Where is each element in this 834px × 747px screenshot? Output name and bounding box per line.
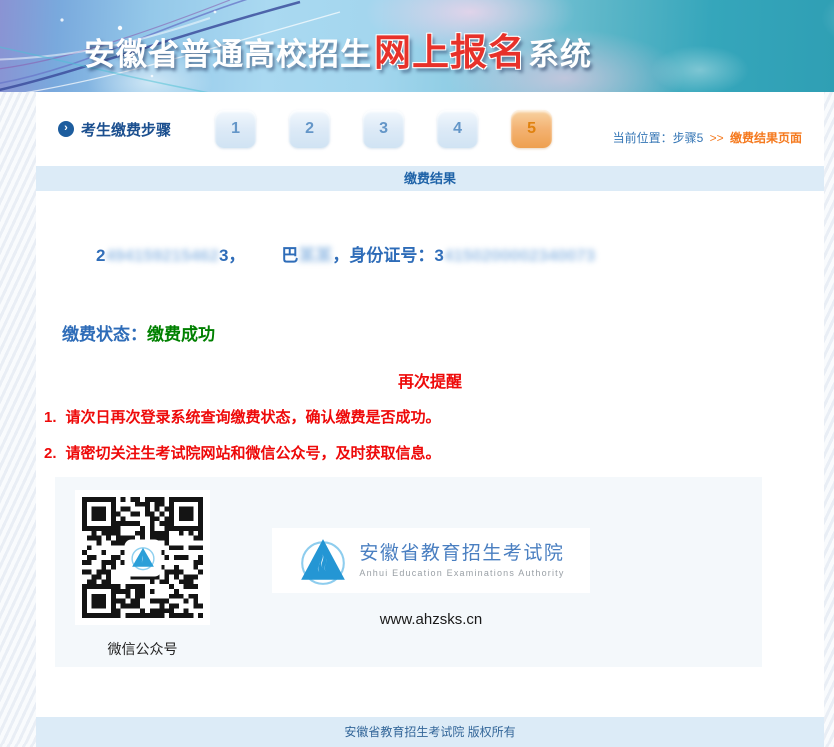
breadcrumb-separator: >> (710, 131, 724, 145)
reminder-title: 再次提醒 (36, 368, 824, 390)
breadcrumb-current-page: 缴费结果页面 (730, 131, 802, 145)
agency-name-en: Anhui Education Examinations Authority (359, 568, 564, 578)
payment-status-line: 缴费状态：缴费成功 (36, 320, 824, 342)
exam-number: 24941592154623， (96, 246, 245, 265)
qr-center-logo (126, 541, 159, 574)
step-indicator-4: 4 (437, 110, 478, 148)
step-indicator-2: 2 (289, 110, 330, 148)
payment-status-label: 缴费状态： (62, 325, 147, 344)
page-footer: 安徽省教育招生考试院 版权所有 (36, 717, 824, 747)
chevron-right-circle-icon: › (58, 121, 74, 137)
step-indicator-1: 1 (215, 110, 256, 148)
masked-exam-number: 494159215462 (105, 246, 218, 265)
id-number: 34150200002340073 (434, 246, 595, 265)
masked-name: 某某 (298, 246, 332, 265)
steps-label: › 考生缴费步骤 (58, 119, 171, 140)
agency-logo-box: 安徽省教育招生考试院 Anhui Education Examinations … (272, 528, 590, 593)
candidate-info-line: 24941592154623，巴某某，身份证号：3415020000234007… (36, 241, 824, 263)
step-indicator-5-active: 5 (511, 110, 552, 148)
info-panel: 微信公众号 安徽省教育招生考试院 Anhui Education Examina… (55, 477, 762, 667)
agency-website: www.ahzsks.cn (272, 611, 590, 628)
reminder-item-1: 1.请次日再次登录系统查询缴费状态，确认缴费是否成功。 (36, 406, 824, 426)
breadcrumb: 当前位置：步骤5 >> 缴费结果页面 (613, 129, 802, 146)
agency-name-cn: 安徽省教育招生考试院 (359, 543, 564, 565)
site-title-highlight: 网上报名 (374, 32, 526, 73)
breadcrumb-prefix: 当前位置：步骤5 (613, 131, 704, 145)
site-banner: 安徽省普通高校招生网上报名系统 (0, 0, 834, 92)
site-title-suffix: 系统 (528, 37, 592, 72)
copyright-text: 安徽省教育招生考试院 版权所有 (344, 725, 515, 739)
id-number-label: 身份证号： (349, 246, 434, 265)
site-title-prefix: 安徽省普通高校招生 (84, 37, 372, 72)
site-title: 安徽省普通高校招生网上报名系统 (84, 22, 592, 76)
agency-logo-column: 安徽省教育招生考试院 Anhui Education Examinations … (272, 528, 590, 628)
steps-row: › 考生缴费步骤 1 2 3 4 5 当前位置：步骤5 >> 缴费结果页面 (36, 92, 824, 166)
wechat-qr-code (75, 490, 210, 625)
payment-result-page: 安徽省普通高校招生网上报名系统 › 考生缴费步骤 1 2 3 4 5 当前位置：… (0, 0, 834, 744)
step-indicator-3: 3 (363, 110, 404, 148)
candidate-name: 巴某某 (281, 246, 332, 265)
masked-id-number: 4150200002340073 (444, 246, 595, 265)
wechat-caption: 微信公众号 (75, 639, 210, 659)
main-content: › 考生缴费步骤 1 2 3 4 5 当前位置：步骤5 >> 缴费结果页面 缴费… (36, 92, 824, 737)
payment-status-value: 缴费成功 (147, 325, 215, 344)
agency-logo-icon (297, 535, 349, 587)
reminder-item-2: 2.请密切关注生考试院网站和微信公众号，及时获取信息。 (36, 442, 824, 462)
steps-label-text: 考生缴费步骤 (81, 119, 171, 140)
agency-names: 安徽省教育招生考试院 Anhui Education Examinations … (359, 543, 564, 578)
section-title-payment-result: 缴费结果 (36, 166, 824, 191)
